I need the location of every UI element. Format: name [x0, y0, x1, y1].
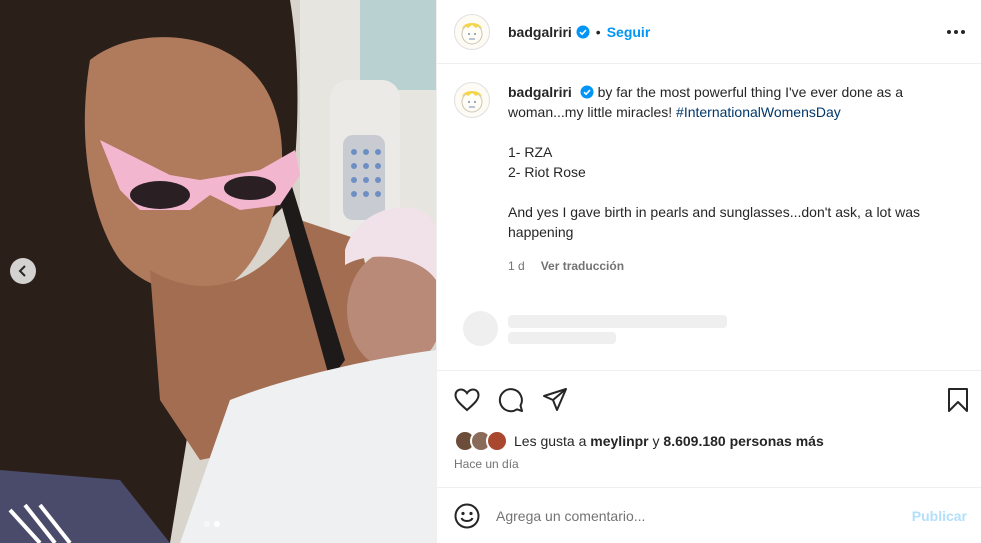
- post-actions: [454, 387, 568, 413]
- comment-loading-line: [508, 332, 616, 344]
- carousel-indicator: [204, 521, 220, 527]
- follow-button[interactable]: Seguir: [607, 24, 651, 40]
- caption-avatar[interactable]: [454, 82, 490, 118]
- translate-button[interactable]: Ver traducción: [541, 256, 624, 276]
- hashtag-link[interactable]: #InternationalWomensDay: [676, 104, 841, 120]
- liker-username[interactable]: meylinpr: [590, 433, 648, 449]
- avatar-cartoon-icon: [461, 22, 483, 44]
- likes-text: Les gusta a meylinpr y 8.609.180 persona…: [514, 433, 824, 449]
- caption-list: 1- RZA 2- Riot Rose: [508, 142, 958, 182]
- likes-connector: y: [652, 433, 660, 449]
- save-button[interactable]: [945, 387, 971, 413]
- like-button[interactable]: [454, 387, 480, 413]
- heart-icon: [454, 388, 480, 412]
- more-options-icon[interactable]: [947, 29, 965, 34]
- header-username[interactable]: badgalriri: [508, 24, 572, 40]
- likes-prefix: Les gusta a: [514, 433, 587, 449]
- comment-loading-line: [508, 315, 727, 328]
- post-age: 1 d: [508, 259, 525, 273]
- instagram-post-view: badgalriri • Seguir badgalriri by far th…: [0, 0, 981, 543]
- carousel-dot: [204, 521, 210, 527]
- comment-input[interactable]: [496, 507, 912, 524]
- comment-button[interactable]: [498, 387, 524, 413]
- liker-avatar: [486, 430, 508, 452]
- photo-illustration: [0, 0, 436, 543]
- header-separator: •: [595, 23, 601, 40]
- comment-bar: Publicar: [436, 487, 981, 543]
- carousel-prev-button[interactable]: [10, 258, 36, 284]
- caption-list-item: 1- RZA: [508, 144, 553, 160]
- comment-icon: [498, 388, 523, 413]
- caption-meta: 1 d Ver traducción: [508, 256, 958, 276]
- post-timestamp[interactable]: Hace un día: [454, 457, 519, 471]
- share-button[interactable]: [542, 387, 568, 413]
- avatar-cartoon-icon: [461, 91, 483, 113]
- verified-badge-icon: [576, 25, 590, 38]
- publish-button[interactable]: Publicar: [912, 508, 967, 524]
- actions-divider: [436, 370, 981, 371]
- avatar[interactable]: [454, 13, 490, 50]
- caption-paragraph: badgalriri by far the most powerful thin…: [508, 82, 958, 122]
- post-photo[interactable]: [0, 0, 436, 543]
- post-header: badgalriri • Seguir: [437, 0, 981, 64]
- caption-body: badgalriri by far the most powerful thin…: [508, 82, 958, 276]
- chevron-left-icon: [18, 265, 26, 277]
- caption-list-item: 2- Riot Rose: [508, 164, 586, 180]
- share-icon: [543, 388, 567, 411]
- emoji-icon[interactable]: [454, 503, 480, 529]
- liker-avatars[interactable]: [454, 430, 508, 452]
- likes-count[interactable]: 8.609.180 personas más: [663, 433, 823, 449]
- caption-username[interactable]: badgalriri: [508, 84, 572, 100]
- comment-loading-avatar: [463, 311, 498, 346]
- verified-badge-icon: [580, 85, 594, 99]
- carousel-dot-active: [214, 521, 220, 527]
- bookmark-icon: [948, 388, 968, 412]
- caption-extra: And yes I gave birth in pearls and sungl…: [508, 204, 921, 240]
- likes-summary: Les gusta a meylinpr y 8.609.180 persona…: [454, 430, 824, 452]
- post-caption: badgalriri by far the most powerful thin…: [454, 82, 974, 276]
